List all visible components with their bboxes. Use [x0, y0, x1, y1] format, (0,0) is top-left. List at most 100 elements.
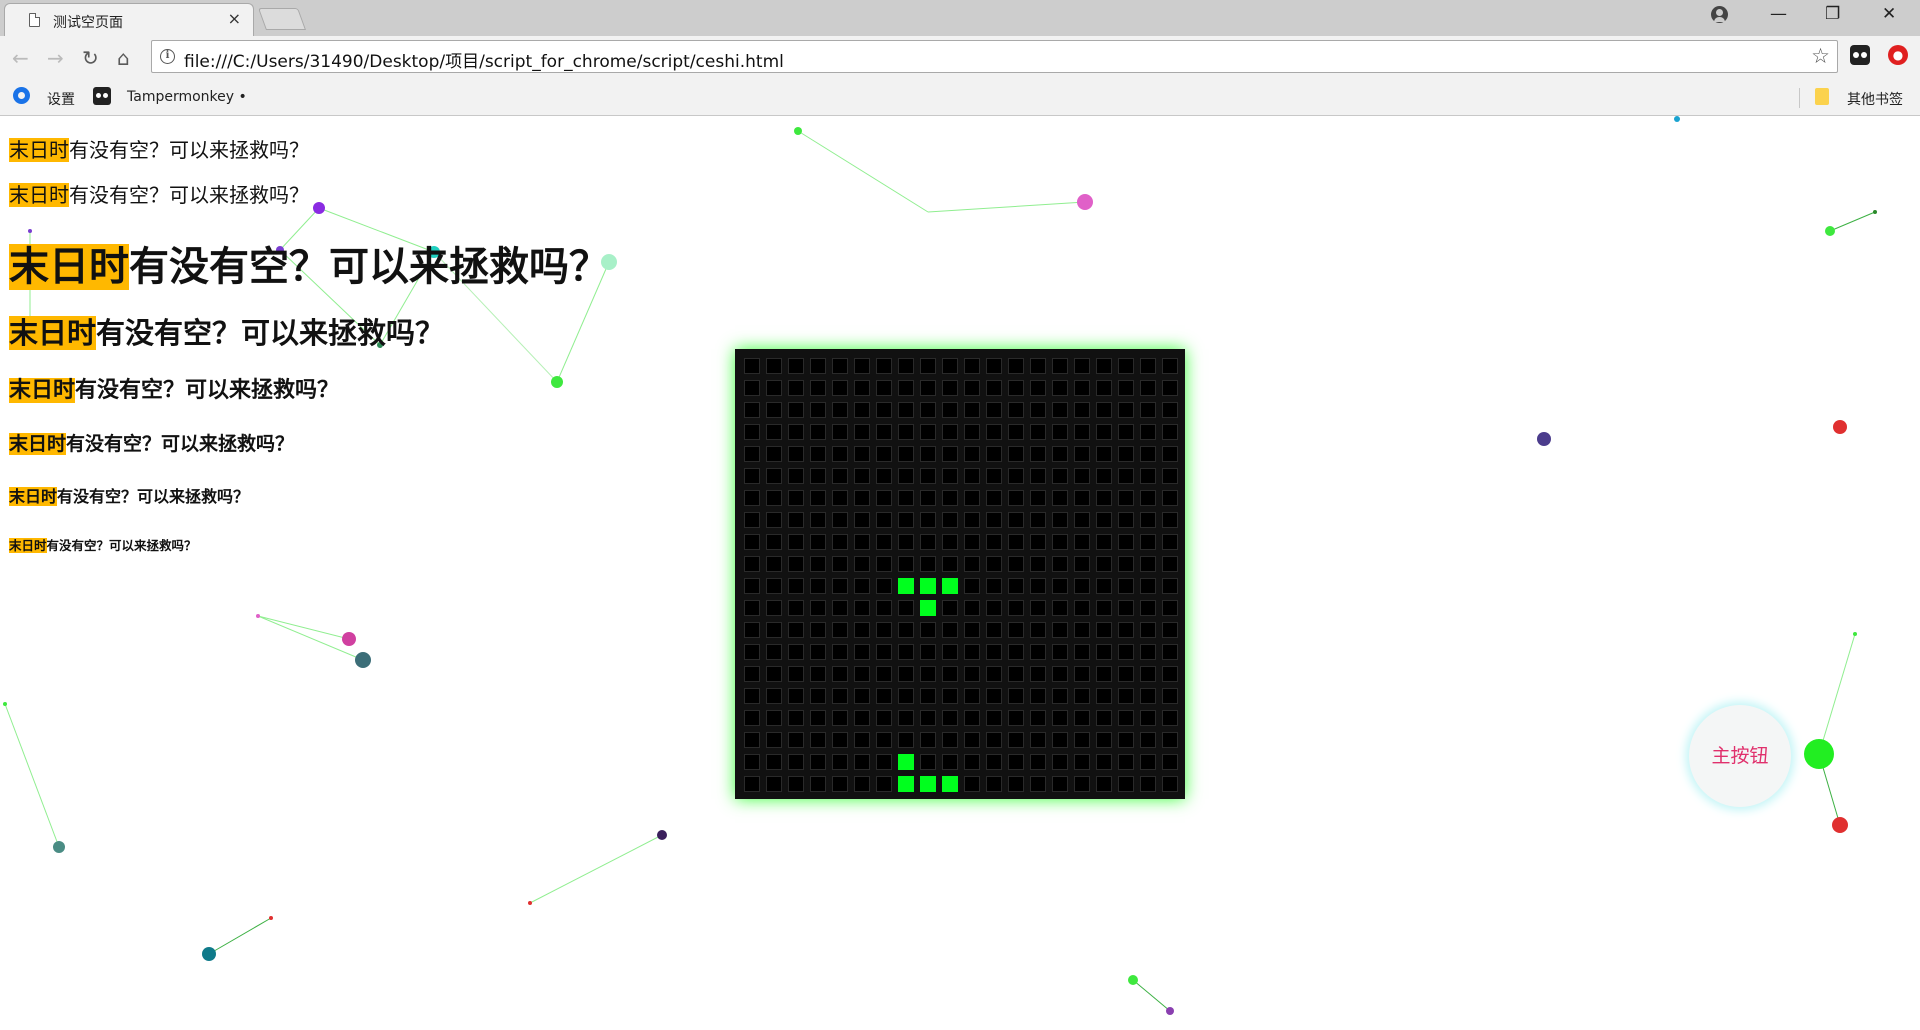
main-button[interactable]: 主按钮 [1689, 705, 1791, 807]
profile-icon[interactable] [1711, 6, 1728, 23]
grid-cell [1137, 443, 1159, 465]
grid-cell [1159, 377, 1181, 399]
grid-cell [939, 355, 961, 377]
grid-cell [1027, 443, 1049, 465]
grid-cell [917, 729, 939, 751]
grid-cell [917, 399, 939, 421]
grid-cell [873, 751, 895, 773]
tab-active[interactable]: 测试空页面 × [4, 3, 254, 36]
back-icon[interactable]: ← [12, 46, 29, 70]
tampermonkey-icon[interactable] [1850, 45, 1870, 65]
grid-cell [785, 465, 807, 487]
heading-6: 末日时有没有空？可以来拯救吗？ [9, 429, 294, 456]
grid-cell [1115, 487, 1137, 509]
star-icon[interactable]: ☆ [1811, 44, 1830, 68]
heading-text: 有没有空？可以来拯救吗？ [57, 487, 250, 506]
grid-cell [1005, 421, 1027, 443]
grid-cell [763, 597, 785, 619]
tetris-board[interactable] [735, 349, 1185, 799]
grid-cell [741, 597, 763, 619]
grid-cell [763, 553, 785, 575]
grid-cell [1005, 553, 1027, 575]
grid-cell [895, 685, 917, 707]
grid-cell [917, 707, 939, 729]
grid-cell [1137, 641, 1159, 663]
grid-cell [873, 421, 895, 443]
grid-cell [1115, 531, 1137, 553]
grid-cell [1071, 685, 1093, 707]
minimize-icon[interactable]: — [1770, 4, 1787, 24]
grid-cell [983, 729, 1005, 751]
grid-cell [939, 597, 961, 619]
grid-cell [785, 487, 807, 509]
grid-cell [1159, 421, 1181, 443]
heading-3: 末日时有没有空？可以来拯救吗？ [9, 234, 609, 292]
home-icon[interactable]: ⌂ [117, 46, 130, 70]
grid-cell [939, 509, 961, 531]
close-icon[interactable]: × [228, 9, 241, 28]
grid-cell [1005, 597, 1027, 619]
grid-cell [873, 685, 895, 707]
restore-icon[interactable]: ❐ [1825, 4, 1840, 24]
bookmark-tampermonkey[interactable]: Tampermonkey • [127, 89, 247, 105]
grid-cell [1137, 751, 1159, 773]
grid-cell [1005, 465, 1027, 487]
grid-cell [763, 575, 785, 597]
grid-cell [829, 399, 851, 421]
extension-icon[interactable]: ● [1888, 45, 1908, 65]
reload-icon[interactable]: ↻ [82, 46, 99, 70]
grid-cell [1115, 421, 1137, 443]
grid-cell [1137, 531, 1159, 553]
folder-icon [1815, 88, 1829, 105]
url-text[interactable]: file:///C:/Users/31490/Desktop/项目/script… [184, 47, 784, 72]
grid-cell [829, 729, 851, 751]
grid-cell [851, 421, 873, 443]
grid-cell [917, 465, 939, 487]
bookmark-other[interactable]: 其他书签 [1847, 89, 1903, 109]
grid-cell [1137, 729, 1159, 751]
grid-cell [851, 575, 873, 597]
grid-cell [1115, 509, 1137, 531]
grid-cell [807, 487, 829, 509]
grid-cell [1093, 487, 1115, 509]
new-tab-button[interactable] [257, 8, 307, 30]
grid-cell [1093, 641, 1115, 663]
grid-cell [983, 531, 1005, 553]
grid-cell [807, 575, 829, 597]
grid-cell [763, 465, 785, 487]
grid-cell [1115, 575, 1137, 597]
grid-cell [961, 355, 983, 377]
grid-cell [873, 531, 895, 553]
grid-cell [917, 421, 939, 443]
grid-cell [807, 443, 829, 465]
grid-cell [785, 707, 807, 729]
grid-cell [895, 465, 917, 487]
grid-cell [741, 531, 763, 553]
grid-cell [1005, 443, 1027, 465]
grid-cell [983, 421, 1005, 443]
grid-cell [1071, 729, 1093, 751]
grid-cell [1159, 487, 1181, 509]
forward-icon[interactable]: → [47, 46, 64, 70]
bookmark-settings[interactable]: 设置 [47, 89, 75, 109]
grid-cell [1137, 619, 1159, 641]
grid-cell [1049, 597, 1071, 619]
window-close-icon[interactable]: ✕ [1882, 4, 1896, 24]
info-icon[interactable]: i [160, 49, 175, 64]
grid-cell [917, 377, 939, 399]
grid-cell [1159, 685, 1181, 707]
grid-cell [961, 773, 983, 795]
grid-cell [763, 641, 785, 663]
grid-cell [1093, 399, 1115, 421]
grid-cell [895, 509, 917, 531]
grid-cell [1159, 575, 1181, 597]
grid-cell [763, 487, 785, 509]
grid-cell [1159, 443, 1181, 465]
grid-cell [1093, 421, 1115, 443]
grid-cell [983, 597, 1005, 619]
address-bar[interactable]: i file:///C:/Users/31490/Desktop/项目/scri… [151, 40, 1838, 73]
grid-cell [939, 399, 961, 421]
grid-cell [917, 487, 939, 509]
grid-cell [1071, 773, 1093, 795]
grid-cell [1027, 597, 1049, 619]
